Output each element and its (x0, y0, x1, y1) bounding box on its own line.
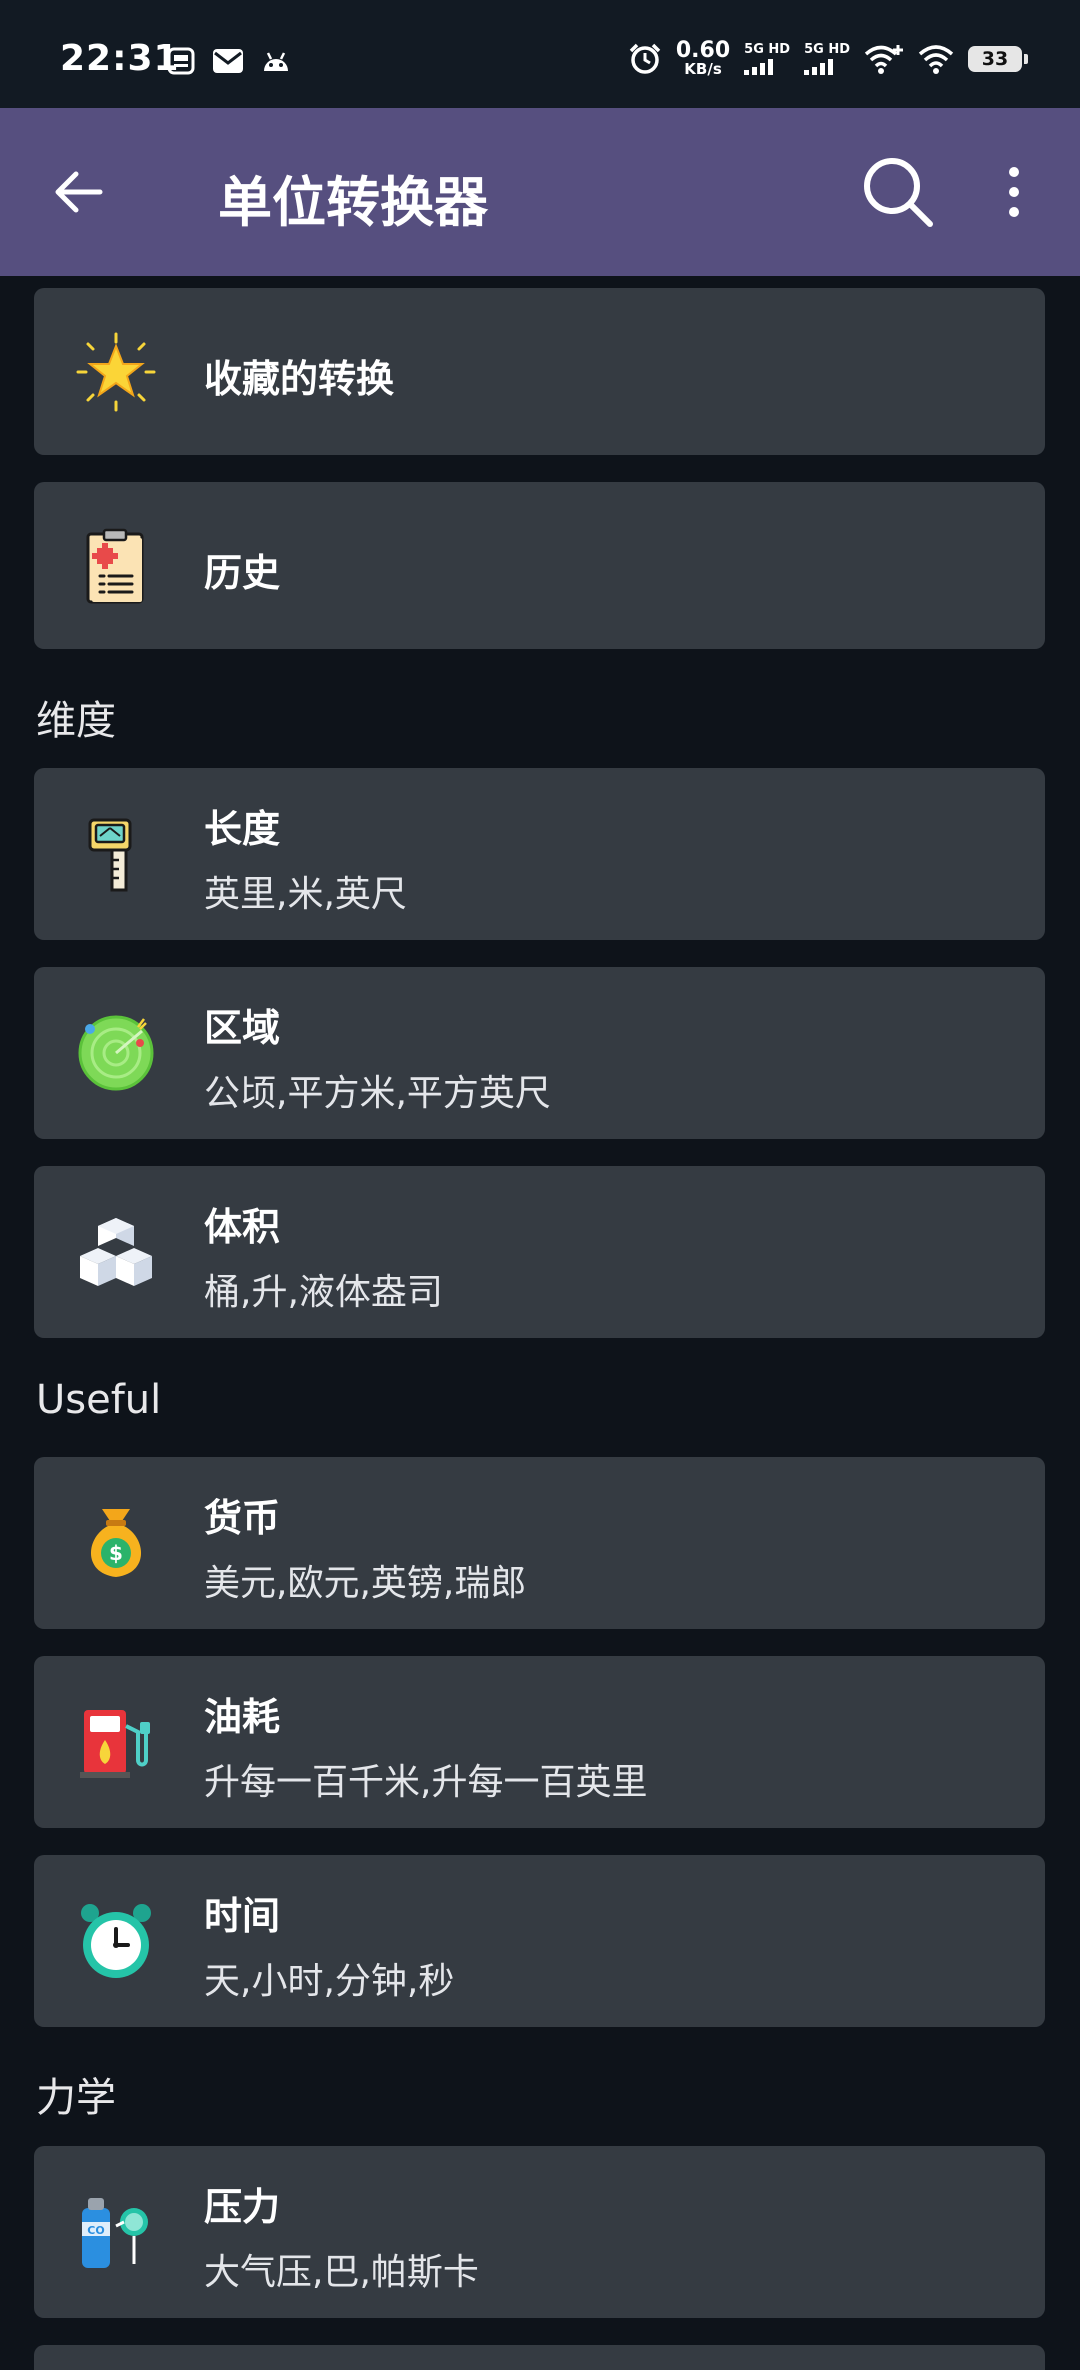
sim2-label: 5G HD (804, 41, 850, 57)
time-subtitle: 天,小时,分钟,秒 (204, 1961, 455, 2002)
page-title: 单位转换器 (218, 171, 488, 234)
mail-icon (213, 49, 243, 73)
converter-list: 收藏的转换 历史 维度 长度 英里,米,英尺 区域 公顷,平方米,平方英尺 体积… (0, 276, 1080, 2370)
history-item[interactable]: 历史 (34, 482, 1045, 649)
area-subtitle: 公顷,平方米,平方英尺 (204, 1073, 551, 1114)
battery-indicator: 33 (968, 45, 1028, 72)
status-bar: 22:31 0.60 KB/s 5G HD 5G HD 33 (0, 0, 1080, 108)
fuel-consumption-item[interactable]: 油耗 升每一百千米,升每一百英里 (34, 1656, 1045, 1828)
star-icon (76, 332, 156, 412)
length-item[interactable]: 长度 英里,米,英尺 (34, 768, 1045, 940)
favorites-item[interactable]: 收藏的转换 (34, 288, 1045, 455)
time-title: 时间 (204, 1894, 281, 1938)
section-header-mechanics: 力学 (36, 2075, 116, 2121)
currency-title: 货币 (204, 1496, 281, 1540)
fuel-consumption-title: 油耗 (204, 1695, 281, 1739)
app-bar: 单位转换器 (0, 108, 1080, 276)
sim2-signal: 5G HD (804, 43, 850, 75)
tablet-notification-icon (167, 47, 195, 75)
back-button[interactable] (48, 162, 108, 222)
pressure-title: 压力 (204, 2185, 281, 2229)
wifi-icon (918, 44, 954, 74)
next-category-item[interactable] (34, 2345, 1045, 2370)
volume-item[interactable]: 体积 桶,升,液体盎司 (34, 1166, 1045, 1338)
signal-bars-icon (804, 58, 834, 75)
sim1-label: 5G HD (744, 41, 791, 57)
svg-text:$: $ (109, 1541, 123, 1565)
fuel-consumption-subtitle: 升每一百千米,升每一百英里 (204, 1762, 648, 1803)
android-icon (264, 52, 288, 71)
volume-subtitle: 桶,升,液体盎司 (204, 1272, 443, 1313)
screen: 22:31 0.60 KB/s 5G HD 5G HD 33 单位转换器 收藏的… (0, 0, 1080, 2370)
system-status: 0.60 KB/s 5G HD 5G HD 33 (628, 40, 1028, 77)
length-subtitle: 英里,米,英尺 (204, 874, 407, 915)
alarm-icon (629, 43, 661, 74)
svg-text:CO: CO (87, 2224, 104, 2237)
notification-icons (166, 46, 292, 76)
favorites-title: 收藏的转换 (204, 357, 395, 401)
pressure-subtitle: 大气压,巴,帕斯卡 (204, 2252, 479, 2293)
section-header-dimensions: 维度 (36, 698, 116, 744)
network-speed: 0.60 KB/s (676, 40, 730, 77)
money-bag-icon: $ (90, 1509, 142, 1577)
currency-subtitle: 美元,欧元,英镑,瑞郎 (204, 1563, 527, 1604)
gas-pump-icon (80, 1710, 150, 1778)
time-item[interactable]: 时间 天,小时,分钟,秒 (34, 1855, 1045, 2027)
signal-bars-icon (744, 58, 774, 75)
cubes-icon (80, 1218, 152, 1286)
wifi-plus-icon (864, 44, 903, 74)
sim1-signal: 5G HD (744, 43, 790, 75)
section-header-useful: Useful (36, 1377, 162, 1423)
search-button[interactable] (858, 152, 938, 232)
volume-title: 体积 (204, 1205, 281, 1249)
network-speed-unit: KB/s (684, 60, 722, 78)
gas-cylinder-icon: CO (82, 2198, 148, 2268)
network-speed-value: 0.60 (675, 38, 731, 63)
currency-item[interactable]: $ 货币 美元,欧元,英镑,瑞郎 (34, 1457, 1045, 1629)
radar-icon (78, 1015, 154, 1091)
history-title: 历史 (204, 551, 281, 595)
area-item[interactable]: 区域 公顷,平方米,平方英尺 (34, 967, 1045, 1139)
tape-measure-icon (88, 818, 132, 892)
pressure-item[interactable]: CO 压力 大气压,巴,帕斯卡 (34, 2146, 1045, 2318)
more-options-button[interactable] (994, 162, 1034, 222)
length-title: 长度 (204, 807, 281, 851)
alarm-clock-icon (81, 1904, 151, 1978)
clipboard-icon (86, 528, 144, 604)
status-time: 22:31 (60, 38, 180, 79)
area-title: 区域 (204, 1006, 281, 1050)
